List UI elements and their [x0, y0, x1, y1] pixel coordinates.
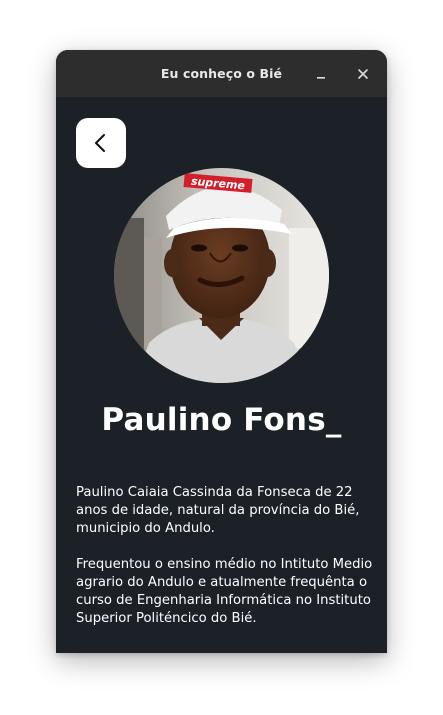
back-button[interactable] [76, 118, 126, 168]
close-icon [358, 69, 368, 79]
app-window: Eu conheço o Bié supreme Paulino Fons_ P… [56, 50, 387, 653]
profile-name: Paulino Fons_ [101, 402, 342, 438]
bio-paragraph-1: Paulino Caiaia Cassinda da Fonseca de 22… [76, 485, 360, 536]
profile-bio: Paulino Caiaia Cassinda da Fonseca de 22… [76, 484, 376, 646]
window-title: Eu conheço o Bié [160, 66, 283, 81]
title-bar[interactable]: Eu conheço o Bié [56, 50, 387, 98]
chevron-left-icon [95, 134, 105, 152]
minimize-icon [317, 77, 325, 79]
minimize-button[interactable] [309, 62, 333, 86]
close-button[interactable] [351, 62, 375, 86]
profile-photo: supreme [114, 168, 329, 383]
bio-paragraph-2: Frequentou o ensino médio no Intituto Me… [76, 557, 373, 626]
